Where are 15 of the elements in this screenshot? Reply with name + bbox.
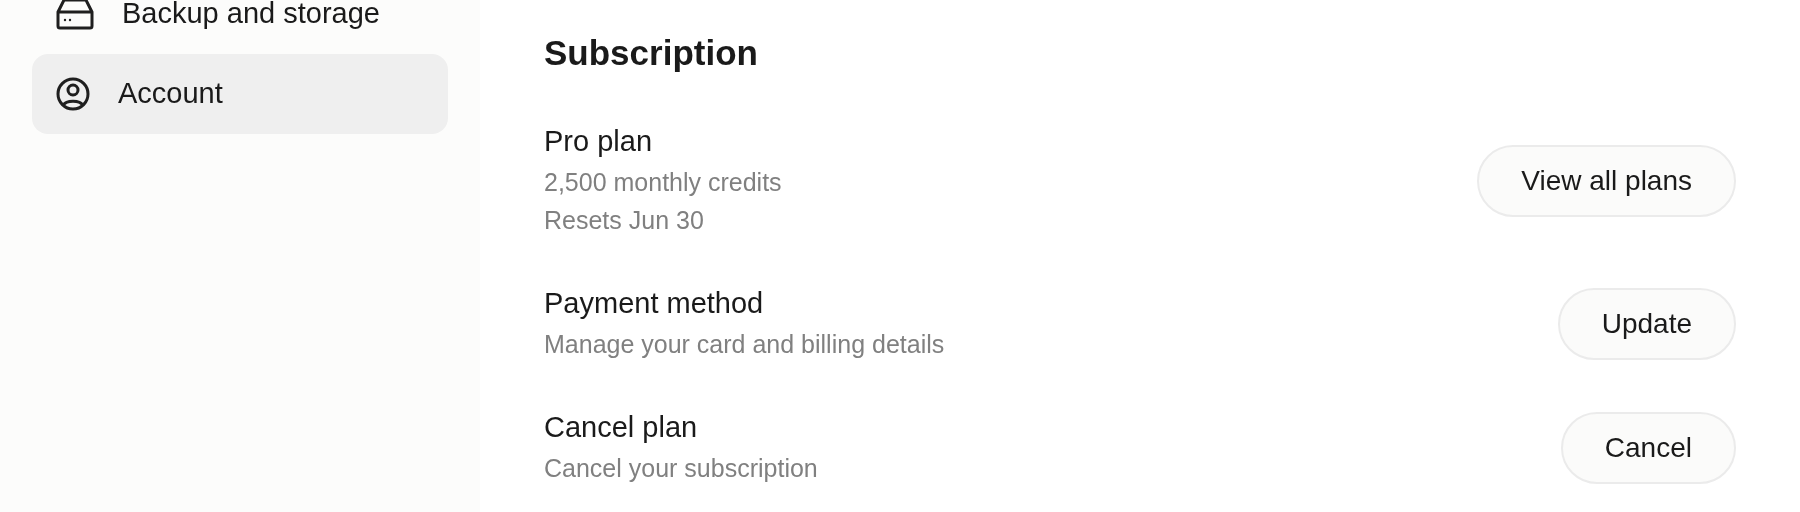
drive-icon <box>56 0 94 30</box>
setting-button[interactable]: View all plans <box>1477 145 1736 217</box>
sidebar-item[interactable]: Account <box>32 54 448 134</box>
sidebar-item[interactable]: Backup and storage <box>32 0 448 54</box>
user-icon <box>56 77 90 111</box>
setting-description: 2,500 monthly credits <box>544 167 782 198</box>
section-heading: Subscription <box>544 33 759 73</box>
setting-button[interactable]: Cancel <box>1560 412 1736 484</box>
setting-description: Manage your card and billing details <box>544 329 945 360</box>
setting-title: Cancel plan <box>544 410 699 445</box>
setting-title: Pro plan <box>544 124 653 159</box>
setting-button[interactable]: Update <box>1557 288 1736 360</box>
setting-title: Payment method <box>544 286 765 321</box>
setting-description: Resets Jun 30 <box>544 205 705 236</box>
setting-description: Cancel your subscription <box>544 453 818 484</box>
